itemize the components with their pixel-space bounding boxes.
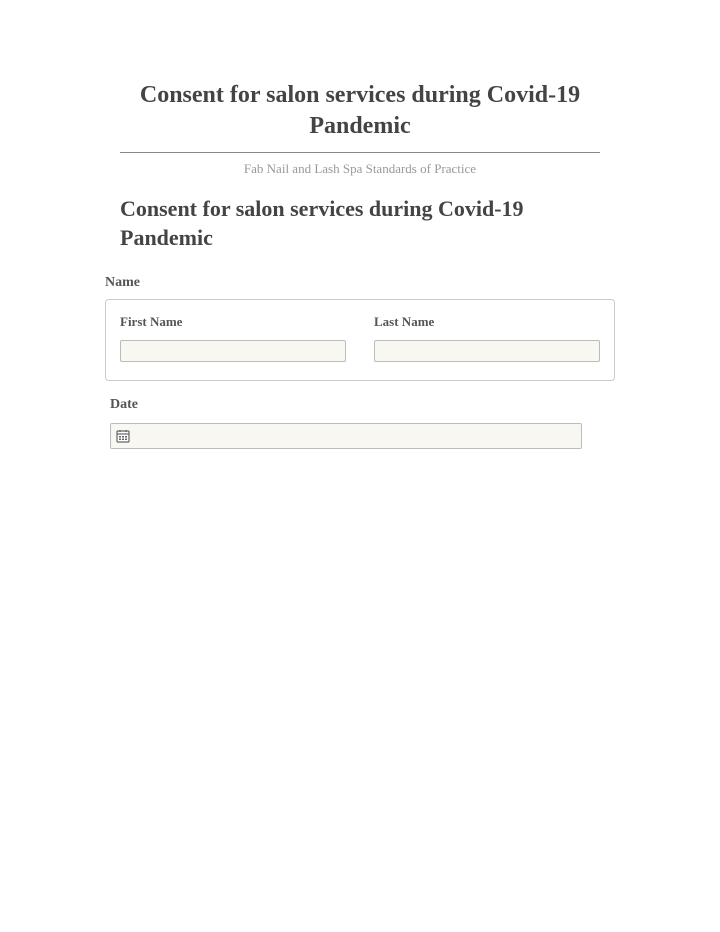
date-input[interactable]	[131, 424, 577, 448]
date-field-label: Date	[110, 397, 610, 413]
section-heading: Consent for salon services during Covid-…	[110, 195, 610, 252]
header-divider	[120, 152, 600, 153]
page-subtitle: Fab Nail and Lash Spa Standards of Pract…	[110, 161, 610, 177]
last-name-column: Last Name	[374, 314, 600, 362]
date-input-wrapper[interactable]	[110, 423, 582, 449]
last-name-input[interactable]	[374, 340, 600, 362]
first-name-input[interactable]	[120, 340, 346, 362]
name-field-label: Name	[105, 275, 610, 291]
name-input-group: First Name Last Name	[105, 299, 615, 381]
first-name-column: First Name	[120, 314, 346, 362]
calendar-icon	[115, 428, 131, 444]
first-name-label: First Name	[120, 314, 346, 330]
last-name-label: Last Name	[374, 314, 600, 330]
page-title: Consent for salon services during Covid-…	[110, 80, 610, 152]
